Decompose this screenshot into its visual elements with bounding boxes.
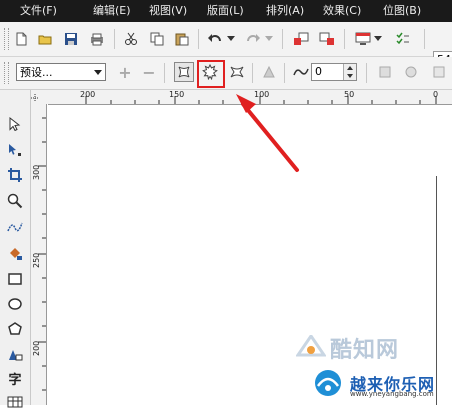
distort-twister-button[interactable] (228, 63, 246, 81)
toolbar-separator (252, 63, 253, 83)
ruler-tick-label: 250 (32, 252, 41, 268)
ruler-tick-label: 300 (32, 164, 41, 180)
launcher-dropdown-icon[interactable] (373, 30, 383, 48)
watermark-text: 酷知网 (330, 338, 400, 363)
toolbar-separator (198, 29, 199, 49)
toolbar-grip[interactable] (4, 28, 9, 50)
menu-effects[interactable]: 效果(C) (323, 4, 361, 18)
menu-view[interactable]: 视图(V) (149, 4, 187, 18)
toolbar-separator (366, 63, 367, 83)
smart-fill-tool-icon[interactable] (5, 244, 25, 262)
vertical-ruler[interactable]: 300 250 200 (31, 104, 47, 405)
menu-bar: 文件(F) 编辑(E) 视图(V) 版面(L) 排列(A) 效果(C) 位图(B… (0, 0, 452, 22)
crop-tool-icon[interactable] (5, 166, 25, 184)
export-icon[interactable] (318, 30, 336, 48)
watermark-url: www.yneyangbang.com (350, 390, 434, 398)
toolbar-separator (114, 29, 115, 49)
spinner-arrows-icon[interactable] (343, 64, 356, 80)
open-folder-icon[interactable] (36, 30, 54, 48)
chevron-down-icon (94, 70, 102, 75)
toolbar-separator (284, 63, 285, 83)
watermark-site: 越来你乐网 www.yneyangbang.com (310, 368, 435, 398)
menu-layout[interactable]: 版面(L) (207, 4, 244, 18)
distort-push-pull-button[interactable] (174, 62, 194, 82)
toolbar-grip[interactable] (4, 62, 9, 84)
remove-preset-icon[interactable]: − (140, 63, 158, 82)
ruler-tick-label: 150 (169, 90, 185, 99)
ellipse-tool-icon[interactable] (5, 295, 25, 313)
ruler-tick-label: 200 (32, 340, 41, 356)
cut-icon[interactable] (122, 30, 140, 48)
toolbar-separator (424, 29, 425, 49)
copy-icon[interactable] (148, 30, 166, 48)
ruler-tick-label: 100 (254, 90, 270, 99)
paste-icon[interactable] (173, 30, 191, 48)
shape-tool-icon[interactable] (5, 141, 25, 159)
amplitude-value: 0 (315, 65, 322, 78)
polygon-tool-icon[interactable] (5, 320, 25, 338)
rectangle-tool-icon[interactable] (5, 270, 25, 288)
table-tool-icon[interactable] (5, 393, 25, 411)
watermark-kuzhiwang: 酷知网 (296, 332, 399, 364)
toolbar-separator (344, 29, 345, 49)
undo-dropdown-icon[interactable] (226, 30, 236, 48)
site-logo-icon (315, 370, 341, 396)
ruler-tick-label: 50 (344, 90, 355, 99)
redo-icon[interactable] (244, 30, 262, 48)
clear-distortion-icon[interactable] (402, 63, 420, 81)
import-icon[interactable] (292, 30, 310, 48)
pick-tool-icon[interactable] (5, 115, 25, 133)
ruler-tick-label: 200 (80, 90, 96, 99)
freehand-tool-icon[interactable] (5, 218, 25, 236)
zoom-tool-icon[interactable] (5, 192, 25, 210)
menu-file[interactable]: 文件(F) (20, 4, 57, 18)
center-distortion-icon[interactable] (260, 63, 278, 81)
options-checklist-icon[interactable] (394, 30, 412, 48)
preset-dropdown-value: 预设... (20, 66, 53, 79)
menu-bitmap[interactable]: 位图(B) (383, 4, 421, 18)
convert-to-curves-icon[interactable] (430, 63, 448, 81)
menu-edit[interactable]: 编辑(E) (93, 4, 131, 18)
copy-distortion-icon[interactable] (376, 63, 394, 81)
highlight-box (197, 60, 225, 88)
text-tool-icon[interactable]: 字 (5, 369, 25, 388)
basic-shapes-tool-icon[interactable] (5, 345, 25, 363)
page-border (436, 176, 437, 405)
undo-icon[interactable] (206, 30, 224, 48)
ruler-tick-label: 0 (433, 90, 439, 99)
save-icon[interactable] (62, 30, 80, 48)
kuzhiwang-logo-icon (296, 335, 326, 357)
horizontal-ruler[interactable]: 200 150 100 50 0 (48, 90, 452, 105)
preset-dropdown[interactable]: 预设... (16, 63, 106, 81)
standard-toolbar: 54 (0, 22, 452, 69)
redo-dropdown-icon[interactable] (264, 30, 274, 48)
application-launcher-icon[interactable] (354, 30, 372, 48)
add-preset-icon[interactable]: + (116, 63, 134, 82)
print-icon[interactable] (88, 30, 106, 48)
menu-arrange[interactable]: 排列(A) (266, 4, 304, 18)
new-document-icon[interactable] (12, 30, 30, 48)
ruler-origin-corner[interactable] (31, 90, 48, 104)
amplitude-icon (292, 63, 310, 81)
amplitude-spinner[interactable]: 0 (311, 63, 357, 81)
toolbar-separator (164, 63, 165, 83)
toolbar-separator (282, 29, 283, 49)
